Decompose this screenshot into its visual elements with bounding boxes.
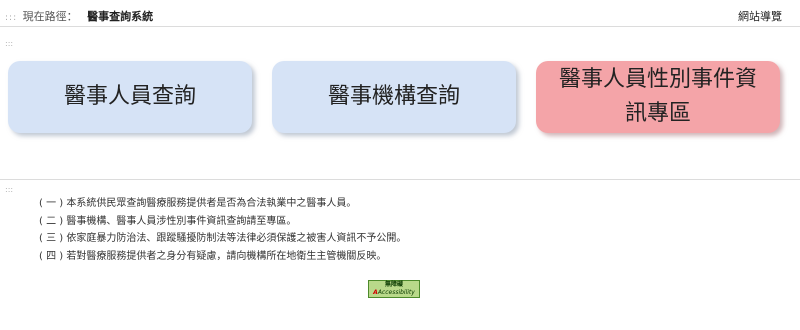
sitemap-link[interactable]: 網站導覽 (738, 10, 782, 24)
breadcrumb-accesskey[interactable]: ::: (5, 13, 17, 23)
medical-institution-search-button[interactable]: 醫事機構查詢 (272, 61, 516, 133)
content-accesskey[interactable]: ::: (5, 40, 13, 48)
medical-personnel-search-button[interactable]: 醫事人員查詢 (8, 61, 252, 133)
note-item: ( 二 ) 醫事機構、醫事人員涉性別事件資訊查詢請至專區。 (39, 215, 297, 227)
note-item: ( 三 ) 依家庭暴力防治法、跟蹤騷擾防制法等法律必須保護之被害人資訊不予公開。 (39, 233, 407, 244)
note-item: ( 一 ) 本系統供民眾查詢醫療服務提供者是否為合法執業中之醫事人員。 (39, 198, 357, 209)
accessibility-badge-subtitle: AAccessibility (369, 289, 419, 297)
accessibility-badge-text: Accessibility (377, 289, 415, 296)
footer-accesskey[interactable]: ::: (5, 186, 13, 194)
breadcrumb-label: 現在路徑： (22, 10, 78, 23)
notes-list: ( 一 ) 本系統供民眾查詢醫療服務提供者是否為合法執業中之醫事人員。 ( 二 … (39, 196, 406, 266)
accessibility-badge-title: 無障礙 (384, 281, 403, 288)
breadcrumb-current: 醫事查詢系統 (87, 10, 154, 23)
gender-incident-info-button[interactable]: 醫事人員性別事件資訊專區 (536, 61, 780, 133)
section-divider (0, 179, 800, 180)
top-bar: ::: 現在路徑： 醫事查詢系統 網站導覽 (0, 0, 800, 27)
accessibility-badge-icon[interactable]: 無障礙 AAccessibility (368, 280, 420, 298)
breadcrumb: ::: 現在路徑： 醫事查詢系統 (5, 10, 153, 25)
note-item: ( 四 ) 若對醫療服務提供者之身分有疑慮，請向機構所在地衛生主管機關反映。 (39, 250, 387, 262)
